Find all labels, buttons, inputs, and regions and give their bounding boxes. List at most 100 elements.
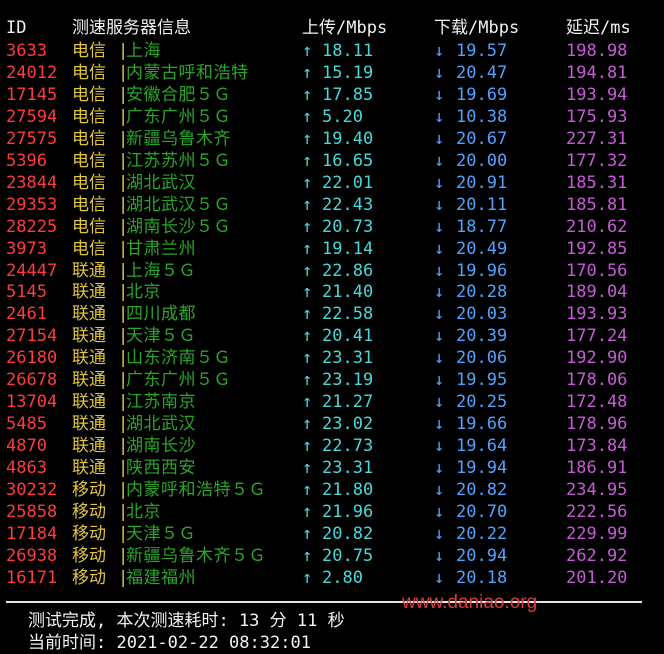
upload-speed: 22.43: [322, 194, 374, 215]
download-speed: 19.96: [456, 260, 508, 281]
latency-value: 186.91: [566, 458, 628, 479]
isp-name: 电信: [72, 194, 106, 215]
latency-value: 193.93: [566, 304, 628, 325]
node-location: 山东济南５Ｇ: [126, 348, 231, 369]
upload-speed: 5.20: [322, 106, 363, 127]
header-upload: 上传/Mbps: [302, 18, 388, 38]
latency-value: 175.93: [566, 106, 628, 127]
table-row: 27575 电信 | 新疆乌鲁木齐 ↑ 19.40 ↓ 20.67 227.31: [0, 128, 664, 150]
download-arrow-icon: ↓: [434, 282, 445, 303]
latency-value: 192.90: [566, 348, 628, 369]
upload-arrow-icon: ↑: [302, 172, 313, 193]
upload-arrow-icon: ↑: [302, 348, 313, 369]
download-speed: 20.47: [456, 62, 508, 83]
latency-value: 185.31: [566, 172, 628, 193]
table-row: 27154 联通 | 天津５Ｇ ↑ 20.41 ↓ 20.39 177.24: [0, 325, 664, 347]
isp-name: 联通: [72, 348, 106, 369]
server-id: 16171: [6, 567, 58, 588]
table-row: 27594 电信 | 广东广州５Ｇ ↑ 5.20 ↓ 10.38 175.93: [0, 106, 664, 128]
isp-name: 电信: [72, 172, 106, 193]
node-location: 新疆乌鲁木齐: [126, 128, 231, 149]
upload-arrow-icon: ↑: [302, 150, 313, 171]
node-location: 湖北武汉: [126, 172, 196, 193]
latency-value: 201.20: [566, 567, 628, 588]
server-id: 26678: [6, 370, 58, 391]
table-row: 5485 联通 | 湖北武汉 ↑ 23.02 ↓ 19.66 178.96: [0, 413, 664, 435]
upload-arrow-icon: ↑: [302, 216, 313, 237]
latency-value: 198.98: [566, 41, 628, 61]
download-arrow-icon: ↓: [434, 260, 445, 281]
node-location: 内蒙呼和浩特５Ｇ: [126, 480, 266, 500]
table-row: 25858 移动 | 北京 ↑ 21.96 ↓ 20.70 222.56: [0, 501, 664, 523]
upload-speed: 16.65: [322, 150, 374, 171]
latency-value: 194.81: [566, 62, 628, 83]
download-arrow-icon: ↓: [434, 458, 445, 479]
upload-arrow-icon: ↑: [302, 128, 313, 149]
download-speed: 19.66: [456, 414, 508, 435]
download-speed: 20.00: [456, 150, 508, 171]
isp-name: 联通: [72, 392, 106, 413]
download-arrow-icon: ↓: [434, 128, 445, 149]
download-arrow-icon: ↓: [434, 62, 445, 83]
download-speed: 20.03: [456, 304, 508, 325]
download-arrow-icon: ↓: [434, 414, 445, 435]
table-row: 17145 电信 | 安徽合肥５Ｇ ↑ 17.85 ↓ 19.69 193.94: [0, 84, 664, 106]
server-id: 3973: [6, 238, 47, 259]
completion-status: 测试完成, 本次测速耗时: 13 分 11 秒: [28, 611, 345, 631]
server-id: 3633: [6, 41, 47, 61]
server-id: 30232: [6, 480, 58, 500]
divider: [6, 601, 642, 603]
download-arrow-icon: ↓: [434, 480, 445, 500]
download-arrow-icon: ↓: [434, 41, 445, 61]
download-speed: 19.64: [456, 436, 508, 457]
download-speed: 19.94: [456, 458, 508, 479]
upload-speed: 15.19: [322, 62, 374, 83]
latency-value: 178.96: [566, 414, 628, 435]
latency-value: 170.56: [566, 260, 628, 281]
upload-arrow-icon: ↑: [302, 523, 313, 544]
upload-speed: 22.73: [322, 436, 374, 457]
server-id: 28225: [6, 216, 58, 237]
table-row: 17184 移动 | 天津５Ｇ ↑ 20.82 ↓ 20.22 229.99: [0, 523, 664, 545]
download-arrow-icon: ↓: [434, 216, 445, 237]
download-arrow-icon: ↓: [434, 567, 445, 588]
table-row: 26180 联通 | 山东济南５Ｇ ↑ 23.31 ↓ 20.06 192.90: [0, 347, 664, 369]
server-id: 4863: [6, 458, 47, 479]
header-id: ID: [6, 18, 27, 38]
download-arrow-icon: ↓: [434, 392, 445, 413]
node-location: 上海５Ｇ: [126, 260, 196, 281]
server-id: 5396: [6, 150, 47, 171]
download-speed: 20.11: [456, 194, 508, 215]
node-location: 广东广州５Ｇ: [126, 106, 231, 127]
isp-name: 联通: [72, 414, 106, 435]
server-id: 24447: [6, 260, 58, 281]
upload-arrow-icon: ↑: [302, 238, 313, 259]
download-arrow-icon: ↓: [434, 238, 445, 259]
node-location: 江苏苏州５Ｇ: [126, 150, 231, 171]
upload-arrow-icon: ↑: [302, 414, 313, 435]
table-row: 5396 电信 | 江苏苏州５Ｇ ↑ 16.65 ↓ 20.00 177.32: [0, 150, 664, 172]
download-speed: 20.70: [456, 501, 508, 522]
isp-name: 电信: [72, 62, 106, 83]
upload-speed: 23.19: [322, 370, 374, 391]
upload-arrow-icon: ↑: [302, 370, 313, 391]
node-location: 北京: [126, 501, 161, 522]
upload-arrow-icon: ↑: [302, 194, 313, 215]
isp-name: 联通: [72, 282, 106, 303]
download-speed: 18.77: [456, 216, 508, 237]
upload-speed: 17.85: [322, 84, 374, 105]
download-arrow-icon: ↓: [434, 304, 445, 325]
server-id: 24012: [6, 62, 58, 83]
download-speed: 20.06: [456, 348, 508, 369]
upload-arrow-icon: ↑: [302, 41, 313, 61]
upload-speed: 21.40: [322, 282, 374, 303]
node-location: 内蒙古呼和浩特: [126, 62, 249, 83]
upload-speed: 2.80: [322, 567, 363, 588]
server-id: 25858: [6, 501, 58, 522]
upload-arrow-icon: ↑: [302, 480, 313, 500]
upload-arrow-icon: ↑: [302, 567, 313, 588]
node-location: 新疆乌鲁木齐５Ｇ: [126, 545, 266, 566]
table-row: 2461 联通 | 四川成都 ↑ 22.58 ↓ 20.03 193.93: [0, 303, 664, 325]
download-speed: 19.57: [456, 41, 508, 61]
upload-speed: 22.01: [322, 172, 374, 193]
